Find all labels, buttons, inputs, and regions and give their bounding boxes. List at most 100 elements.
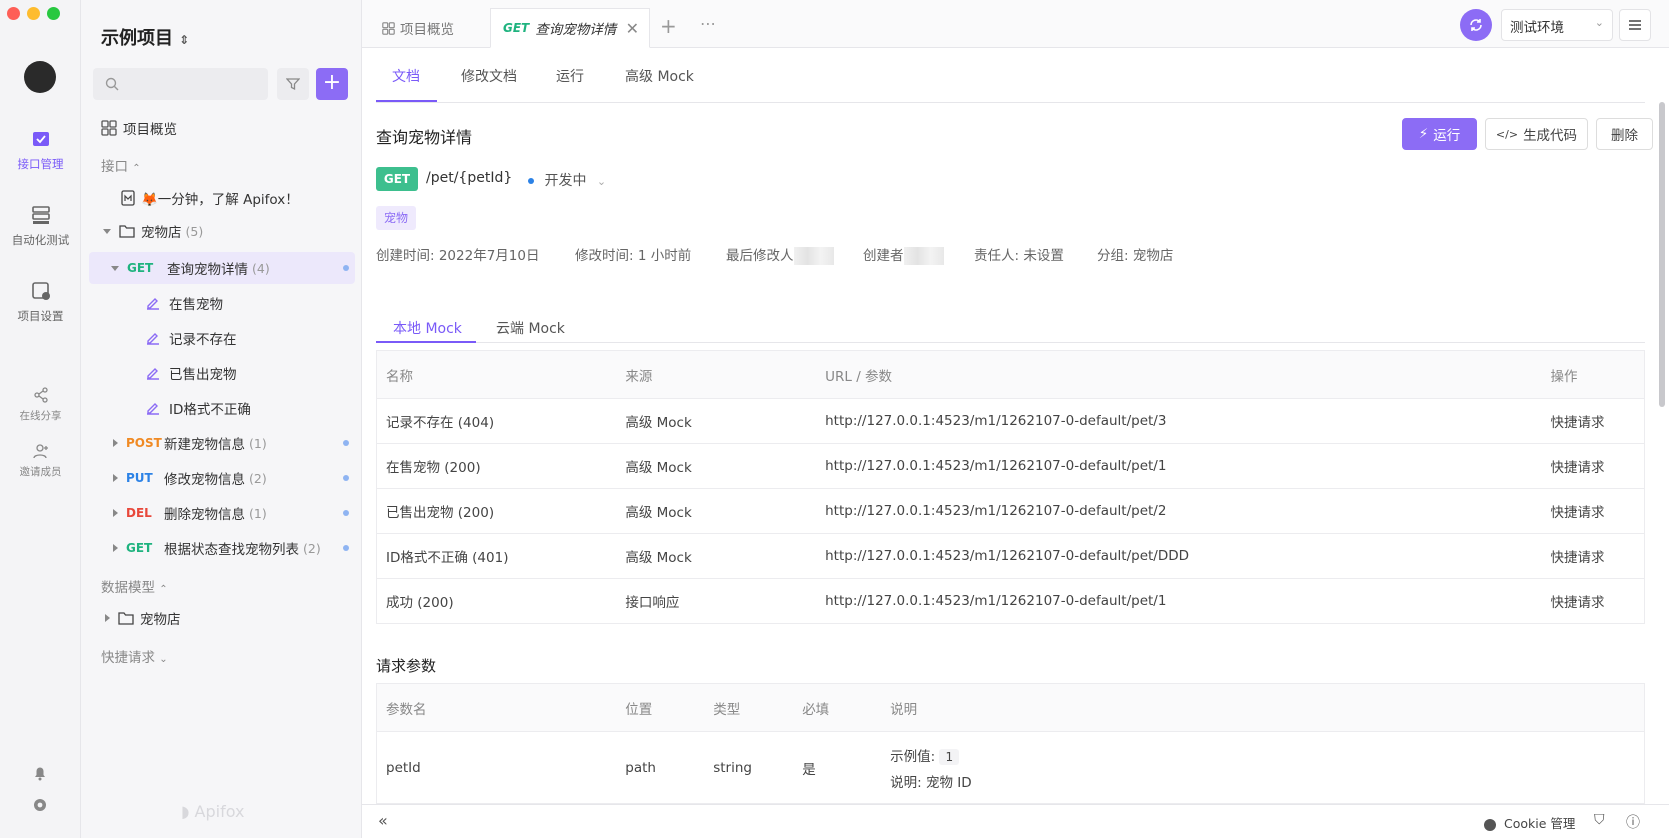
caret-right-icon — [113, 474, 118, 482]
env-select[interactable]: 测试环境 ⌄ — [1501, 9, 1613, 41]
bell-icon[interactable] — [31, 764, 49, 782]
chevron-down-icon: ⌄ — [159, 654, 168, 665]
scrollbar[interactable] — [1659, 102, 1665, 407]
cell-source: 高级 Mock — [616, 533, 817, 579]
quick-request-link[interactable]: 快捷请求 — [1550, 488, 1645, 534]
cell-url: http://127.0.0.1:4523/m1/1262107-0-defau… — [816, 578, 1551, 624]
sidebar-api-get-pet[interactable]: GET 查询宠物详情 (4) — [89, 252, 355, 284]
rail-label: 在线分享 — [19, 410, 62, 422]
sidebar-case-sold[interactable]: 已售出宠物 — [89, 357, 355, 389]
desc-label: 说明: — [890, 774, 922, 791]
sidebar-item-label: 项目概览 — [123, 122, 177, 138]
share-icon — [33, 387, 48, 403]
status-label: 开发中 — [544, 173, 587, 189]
cell-param-name: petId — [376, 731, 617, 804]
search-input[interactable] — [93, 68, 268, 100]
sync-button[interactable] — [1460, 9, 1492, 41]
cell-name: 记录不存在 (404) — [376, 398, 617, 444]
cell-url: http://127.0.0.1:4523/m1/1262107-0-defau… — [816, 488, 1551, 534]
project-switcher[interactable]: 示例项目 ⇕ — [101, 24, 189, 50]
generate-code-button[interactable]: </> 生成代码 — [1485, 118, 1588, 150]
shirt-icon[interactable]: ⛉ — [1594, 812, 1605, 828]
tab-cloud-mock[interactable]: 云端 Mock — [496, 318, 565, 338]
sidebar-item-overview[interactable]: 项目概览 — [89, 112, 355, 144]
rail-api-management[interactable]: 接口管理 — [0, 128, 81, 172]
method-badge: PUT — [126, 471, 153, 485]
help-icon[interactable]: ⓘ — [1626, 812, 1640, 832]
quick-request-link[interactable]: 快捷请求 — [1550, 398, 1645, 444]
more-tabs-button[interactable]: ⋯ — [700, 14, 716, 33]
case-label: 记录不存在 — [169, 332, 237, 348]
meta-last-modifier: 最后修改人 — [726, 244, 834, 265]
folder-label: 宠物店 — [141, 225, 182, 241]
gear-icon[interactable] — [31, 796, 49, 814]
menu-button[interactable] — [1619, 9, 1651, 41]
desc-value: 宠物 ID — [925, 774, 972, 791]
sidebar-item-intro[interactable]: 🦊一分钟，了解 Apifox！ — [89, 182, 355, 214]
add-button[interactable]: + — [316, 68, 348, 100]
sidebar-api-del-pet[interactable]: DEL 删除宠物信息 (1) — [89, 497, 355, 529]
subtab-advanced-mock[interactable]: 高级 Mock — [625, 66, 694, 86]
delete-button[interactable]: 删除 — [1596, 118, 1653, 150]
col-header: 必填 — [793, 683, 882, 732]
cookie-manager-button[interactable]: Cookie 管理 — [1484, 813, 1575, 832]
section-models[interactable]: 数据模型 ⌃ — [101, 576, 168, 596]
sidebar-case-bad-id[interactable]: ID格式不正确 — [89, 392, 355, 424]
meta-label: 创建者 — [863, 248, 904, 264]
caret-down-icon — [103, 228, 111, 234]
status-dot — [343, 265, 349, 271]
status-select[interactable]: 开发中 ⌄ — [528, 170, 606, 190]
rail-automation-test[interactable]: 自动化测试 — [0, 204, 81, 248]
sidebar-model-folder[interactable]: 宠物店 — [89, 602, 355, 634]
cell-source: 高级 Mock — [616, 398, 817, 444]
rail-share[interactable]: 在线分享 — [0, 386, 81, 423]
folder-icon — [118, 612, 134, 625]
chevron-down-icon: ⌄ — [596, 175, 607, 188]
sidebar-api-post-pet[interactable]: POST 新建宠物信息 (1) — [89, 427, 355, 459]
avatar[interactable] — [24, 61, 56, 93]
invite-member-icon — [32, 444, 48, 459]
subtab-edit-doc[interactable]: 修改文档 — [461, 66, 517, 86]
api-count: (1) — [249, 435, 267, 451]
subtab-run[interactable]: 运行 — [556, 66, 584, 86]
redacted-name — [903, 247, 944, 265]
sidebar-api-find-by-status[interactable]: GET 根据状态查找宠物列表 (2) — [89, 532, 355, 564]
subtab-doc[interactable]: 文档 — [392, 66, 420, 86]
plus-icon: + — [660, 14, 677, 38]
section-api[interactable]: 接口 ⌃ — [101, 155, 141, 175]
sidebar-api-put-pet[interactable]: PUT 修改宠物信息 (2) — [89, 462, 355, 494]
maximize-window-button[interactable] — [47, 7, 60, 20]
quick-request-link[interactable]: 快捷请求 — [1550, 578, 1645, 624]
filter-button[interactable] — [277, 68, 309, 100]
collapse-sidebar-icon[interactable]: « — [378, 811, 388, 830]
page-title: 查询宠物详情 — [376, 128, 473, 147]
section-quick-request[interactable]: 快捷请求 ⌄ — [101, 646, 168, 666]
new-tab-button[interactable]: + — [660, 14, 677, 38]
col-header: 来源 — [616, 350, 817, 399]
sidebar-folder-petstore[interactable]: 宠物店 (5) — [89, 215, 355, 247]
rail-invite[interactable]: 邀请成员 — [0, 442, 81, 479]
rail-label: 邀请成员 — [19, 466, 62, 478]
col-header: 说明 — [881, 683, 1645, 732]
status-dot — [528, 178, 534, 184]
minimize-window-button[interactable] — [27, 7, 40, 20]
quick-request-link[interactable]: 快捷请求 — [1550, 443, 1645, 489]
tab-get-pet-detail[interactable]: GET 查询宠物详情 ✕ — [490, 8, 650, 48]
automation-test-icon — [31, 206, 50, 224]
quick-request-link[interactable]: 快捷请求 — [1550, 533, 1645, 579]
sidebar-case-not-found[interactable]: 记录不存在 — [89, 322, 355, 354]
run-button[interactable]: ⚡ 运行 — [1402, 118, 1477, 150]
markdown-doc-icon — [121, 190, 135, 206]
method-badge: GET — [127, 261, 154, 275]
tab-local-mock[interactable]: 本地 Mock — [393, 318, 462, 338]
tab-overview[interactable]: 项目概览 — [370, 8, 466, 48]
divider — [376, 102, 1645, 103]
chevron-up-icon: ⌃ — [132, 163, 141, 174]
col-header: 类型 — [704, 683, 794, 732]
rail-project-settings[interactable]: 项目设置 — [0, 280, 81, 324]
method-badge: DEL — [126, 506, 152, 520]
table-row: ID格式不正确 (401) 高级 Mock http://127.0.0.1:4… — [376, 533, 1645, 579]
close-window-button[interactable] — [7, 7, 20, 20]
sidebar-case-on-sale[interactable]: 在售宠物 — [89, 287, 355, 319]
close-tab-icon[interactable]: ✕ — [626, 19, 639, 38]
